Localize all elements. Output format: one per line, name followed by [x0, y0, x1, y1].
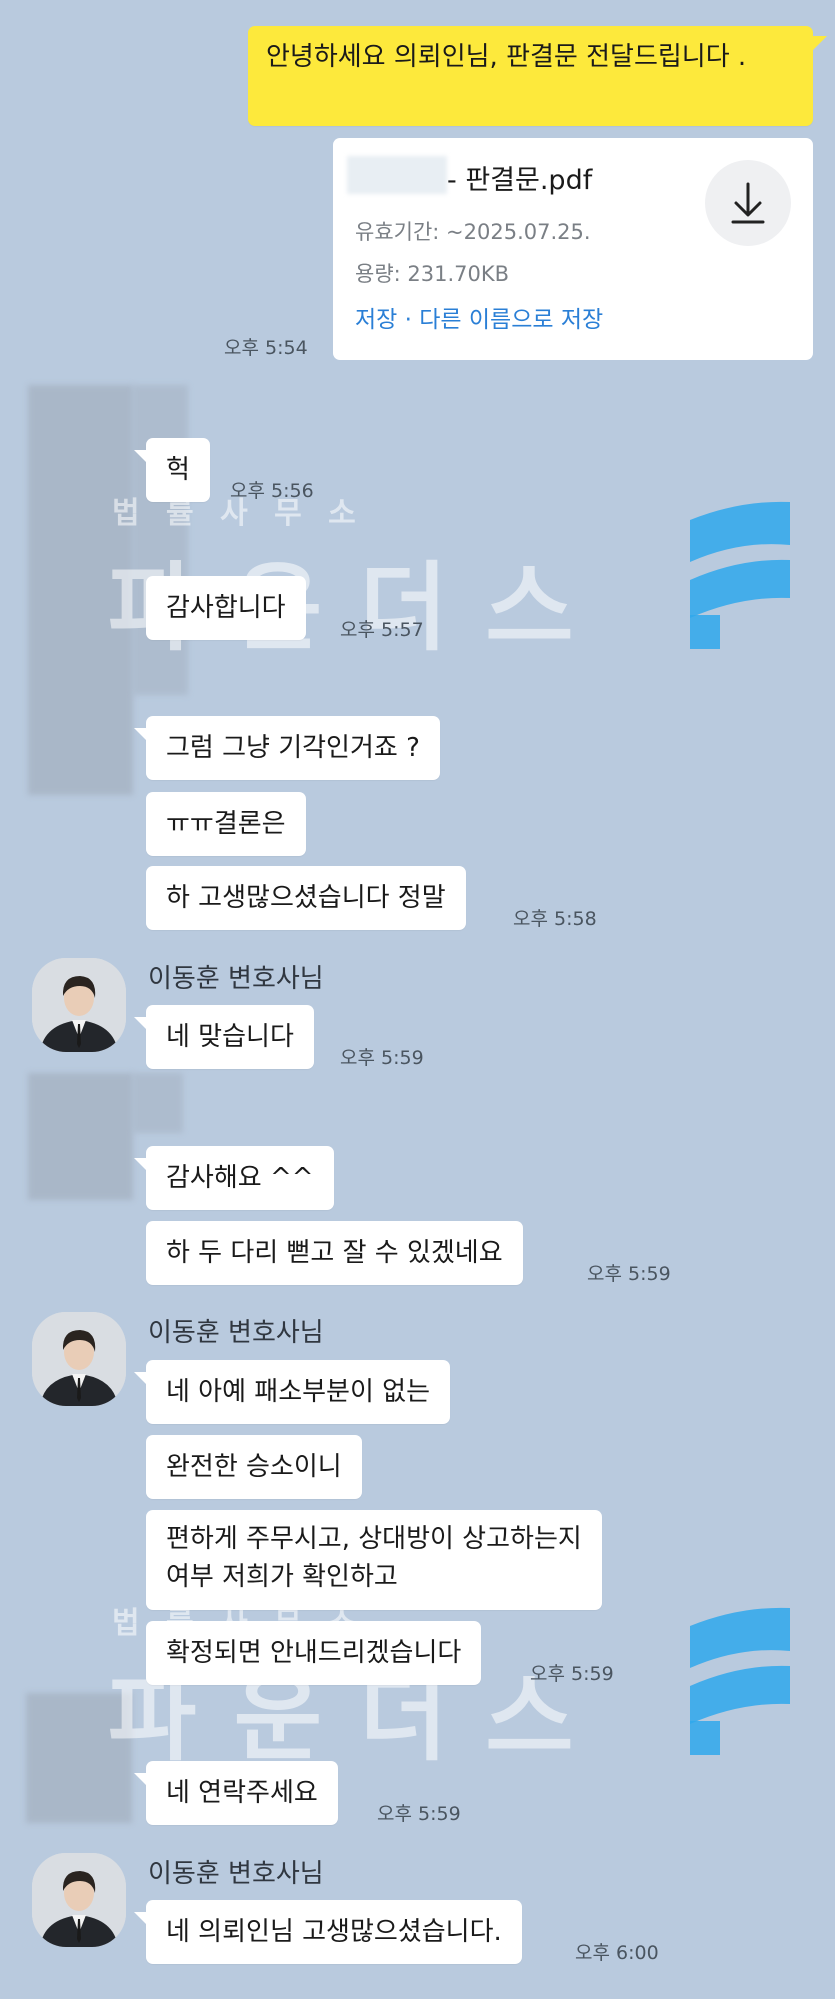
save-as-link[interactable]: 다른 이름으로 저장 [419, 307, 603, 333]
message-text: ㅠㅠ결론은 [166, 809, 286, 839]
message-time: 오후 5:59 [530, 1663, 614, 1685]
message-text: 감사해요 ^^ [166, 1163, 314, 1193]
watermark-logo-2 [690, 1607, 790, 1755]
message-text-line2: 여부 저희가 확인하고 [166, 1562, 398, 1592]
lawyer-avatar[interactable] [32, 958, 126, 1052]
received-message-bubble[interactable]: 네 맞습니다 [134, 1005, 314, 1069]
sender-name: 이동훈 변호사님 [148, 1318, 324, 1348]
message-text: 감사합니다 [166, 593, 286, 623]
message-text: 네 맞습니다 [166, 1022, 294, 1052]
message-text: 안녕하세요 의뢰인님, 판결문 전달드립니다 . [266, 42, 747, 72]
message-time: 오후 5:59 [377, 1803, 461, 1825]
lawyer-avatar[interactable] [32, 1312, 126, 1406]
message-time: 오후 5:56 [230, 480, 314, 502]
message-text: 네 아예 패소부분이 없는 [166, 1377, 430, 1407]
file-name: - 판결문.pdf [447, 165, 593, 196]
file-expiry: 유효기간: ~2025.07.25. [355, 220, 591, 244]
received-message-bubble[interactable]: 감사합니다 [146, 576, 306, 640]
message-time: 오후 5:54 [224, 337, 308, 359]
received-message-bubble[interactable]: 감사해요 ^^ [134, 1146, 334, 1210]
message-text: 그럼 그냥 기각인거죠 ? [166, 733, 420, 763]
received-message-bubble[interactable]: 하 고생많으셨습니다 정말 [146, 866, 466, 930]
message-time: 오후 5:58 [513, 908, 597, 930]
received-message-bubble[interactable]: 네 아예 패소부분이 없는 [134, 1360, 450, 1424]
download-button[interactable] [705, 160, 791, 246]
message-text: 하 두 다리 뻗고 잘 수 있겠네요 [166, 1238, 503, 1268]
file-actions: 저장 · 다른 이름으로 저장 [355, 300, 603, 334]
received-message-bubble[interactable]: 네 연락주세요 [134, 1761, 338, 1825]
file-size: 용량: 231.70KB [355, 262, 510, 286]
message-text: 네 의뢰인님 고생많으셨습니다. [166, 1917, 502, 1947]
lawyer-avatar[interactable] [32, 1853, 126, 1947]
person-icon [32, 958, 126, 1052]
message-text: 확정되면 안내드리겠습니다 [166, 1638, 462, 1668]
received-message-bubble[interactable]: 하 두 다리 뻗고 잘 수 있겠네요 [146, 1221, 523, 1285]
sender-name: 이동훈 변호사님 [148, 1859, 324, 1889]
blurred-file-name [347, 156, 447, 194]
message-text: 헉 [166, 455, 190, 485]
message-text: 네 연락주세요 [166, 1778, 318, 1808]
separator: · [397, 307, 420, 333]
sender-name: 이동훈 변호사님 [148, 964, 324, 994]
received-message-bubble[interactable]: 편하게 주무시고, 상대방이 상고하는지 여부 저희가 확인하고 [146, 1510, 602, 1610]
received-message-bubble[interactable]: 그럼 그냥 기각인거죠 ? [134, 716, 440, 780]
blurred-avatar-2b [133, 1073, 183, 1133]
message-text: 하 고생많으셨습니다 정말 [166, 883, 446, 913]
file-attachment-card[interactable]: - 판결문.pdf 유효기간: ~2025.07.25. 용량: 231.70K… [333, 138, 813, 360]
message-time: 오후 6:00 [575, 1942, 659, 1964]
received-message-bubble[interactable]: ㅠㅠ결론은 [146, 792, 306, 856]
received-message-bubble[interactable]: 네 의뢰인님 고생많으셨습니다. [134, 1900, 522, 1964]
received-message-bubble[interactable]: 확정되면 안내드리겠습니다 [146, 1621, 482, 1685]
message-text-line1: 편하게 주무시고, 상대방이 상고하는지 [166, 1524, 582, 1554]
save-link[interactable]: 저장 [355, 307, 397, 333]
blurred-avatar-2 [28, 1073, 133, 1200]
message-time: 오후 5:57 [340, 619, 424, 641]
watermark-logo [690, 501, 790, 649]
message-text: 완전한 승소이니 [166, 1452, 342, 1482]
message-time: 오후 5:59 [587, 1263, 671, 1285]
person-icon [32, 1312, 126, 1406]
download-icon [731, 182, 765, 224]
message-time: 오후 5:59 [340, 1047, 424, 1069]
received-message-bubble[interactable]: 헉 [134, 438, 210, 502]
received-message-bubble[interactable]: 완전한 승소이니 [146, 1435, 362, 1499]
my-message-bubble[interactable]: 안녕하세요 의뢰인님, 판결문 전달드립니다 . [248, 26, 827, 126]
person-icon [32, 1853, 126, 1947]
